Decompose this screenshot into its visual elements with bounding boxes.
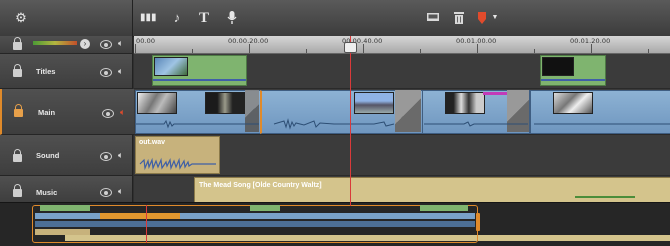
playhead[interactable]	[350, 36, 351, 206]
navigator-track-bar	[40, 205, 90, 211]
audio-clip[interactable]: out.wav	[135, 136, 220, 174]
audio-waveform	[139, 157, 216, 171]
track-header-titles[interactable]: Titles 🔈︎	[0, 54, 133, 89]
clip-label: out.wav	[139, 139, 166, 146]
track-name: Main	[38, 108, 56, 117]
app-window: ⚙ ▮▮▮ ♪ T ▼ › 🔈︎ 00.00 00.00.20.00 00.00…	[0, 0, 670, 246]
lock-icon[interactable]	[13, 149, 22, 162]
track-name: Sound	[36, 151, 60, 160]
navigator-track-bar	[100, 213, 180, 219]
chevron-right-icon[interactable]: ›	[80, 39, 90, 49]
microphone-icon[interactable]	[226, 0, 238, 39]
ruler-label: 00.00	[136, 37, 156, 45]
title-clip[interactable]	[540, 55, 606, 86]
clip-thumbnail	[553, 92, 593, 114]
navigator-resize-handle[interactable]	[476, 213, 480, 231]
marker-icon[interactable]	[476, 0, 488, 39]
lock-icon[interactable]	[13, 184, 22, 197]
track-header-main[interactable]: Main 🔈︎	[0, 89, 135, 135]
speaker-icon[interactable]: 🔈︎	[118, 150, 123, 161]
track-lane-music[interactable]: The Mead Song [Olde Country Waltz]	[134, 176, 670, 203]
trash-icon[interactable]	[452, 0, 466, 38]
track-lane-titles[interactable]	[134, 54, 670, 89]
chevron-down-icon[interactable]: ▼	[490, 0, 500, 36]
timeline-navigator[interactable]	[0, 202, 670, 246]
master-track-header: › 🔈︎	[0, 36, 133, 54]
speaker-icon[interactable]: 🔈︎	[118, 66, 123, 77]
track-lane-main[interactable]	[134, 89, 670, 135]
navigator-track-bar	[65, 235, 477, 241]
lock-icon[interactable]	[13, 64, 22, 77]
lock-icon[interactable]	[13, 37, 22, 50]
eye-icon[interactable]	[100, 188, 112, 197]
clip-thumbnail	[137, 92, 177, 114]
navigator-track-bar	[420, 205, 468, 211]
eye-icon[interactable]	[102, 109, 114, 118]
eye-icon[interactable]	[100, 40, 112, 49]
navigator-playhead	[146, 205, 147, 243]
eye-icon[interactable]	[100, 152, 112, 161]
eye-icon[interactable]	[100, 68, 112, 77]
audio-waveform	[136, 118, 670, 130]
monitor-icon[interactable]	[426, 0, 440, 37]
navigator-track-bar	[250, 205, 280, 211]
track-header-music[interactable]: Music 🔈︎	[0, 176, 133, 203]
master-volume-meter[interactable]	[33, 41, 77, 45]
gear-icon[interactable]: ⚙	[14, 0, 28, 36]
clip-label: The Mead Song [Olde Country Waltz]	[199, 182, 322, 189]
clip-thumbnail	[154, 57, 188, 76]
title-text-icon[interactable]: T	[197, 0, 211, 36]
speaker-icon[interactable]: 🔈︎	[118, 38, 123, 49]
toolbar: ⚙ ▮▮▮ ♪ T ▼	[0, 0, 670, 37]
playhead-handle[interactable]	[344, 42, 357, 53]
navigator-track-bar	[35, 221, 475, 227]
lock-icon[interactable]	[14, 104, 23, 117]
track-name: Music	[36, 188, 58, 197]
navigator-track-bar	[478, 235, 670, 241]
track-lane-sound[interactable]: out.wav	[134, 135, 670, 176]
timeline-ruler[interactable]: 00.00 00.00.20.00 00.00.40.00 00.01.00.0…	[134, 36, 670, 54]
music-clip[interactable]: The Mead Song [Olde Country Waltz]	[194, 177, 670, 202]
clip-thumbnail	[354, 92, 394, 114]
track-header-sound[interactable]: Sound 🔈︎	[0, 135, 133, 176]
audio-levels-icon[interactable]: ▮▮▮	[140, 0, 157, 36]
title-clip[interactable]	[152, 55, 247, 86]
track-name: Titles	[36, 67, 56, 76]
speaker-icon[interactable]: 🔈︎	[118, 186, 123, 197]
toolbar-left-panel: ⚙	[0, 0, 133, 36]
speaker-muted-icon[interactable]: 🔈︎	[120, 107, 125, 118]
clip-thumbnail	[445, 92, 485, 114]
music-note-icon[interactable]: ♪	[171, 0, 183, 36]
clip-thumbnail	[205, 92, 245, 114]
clip-thumbnail	[542, 57, 574, 76]
